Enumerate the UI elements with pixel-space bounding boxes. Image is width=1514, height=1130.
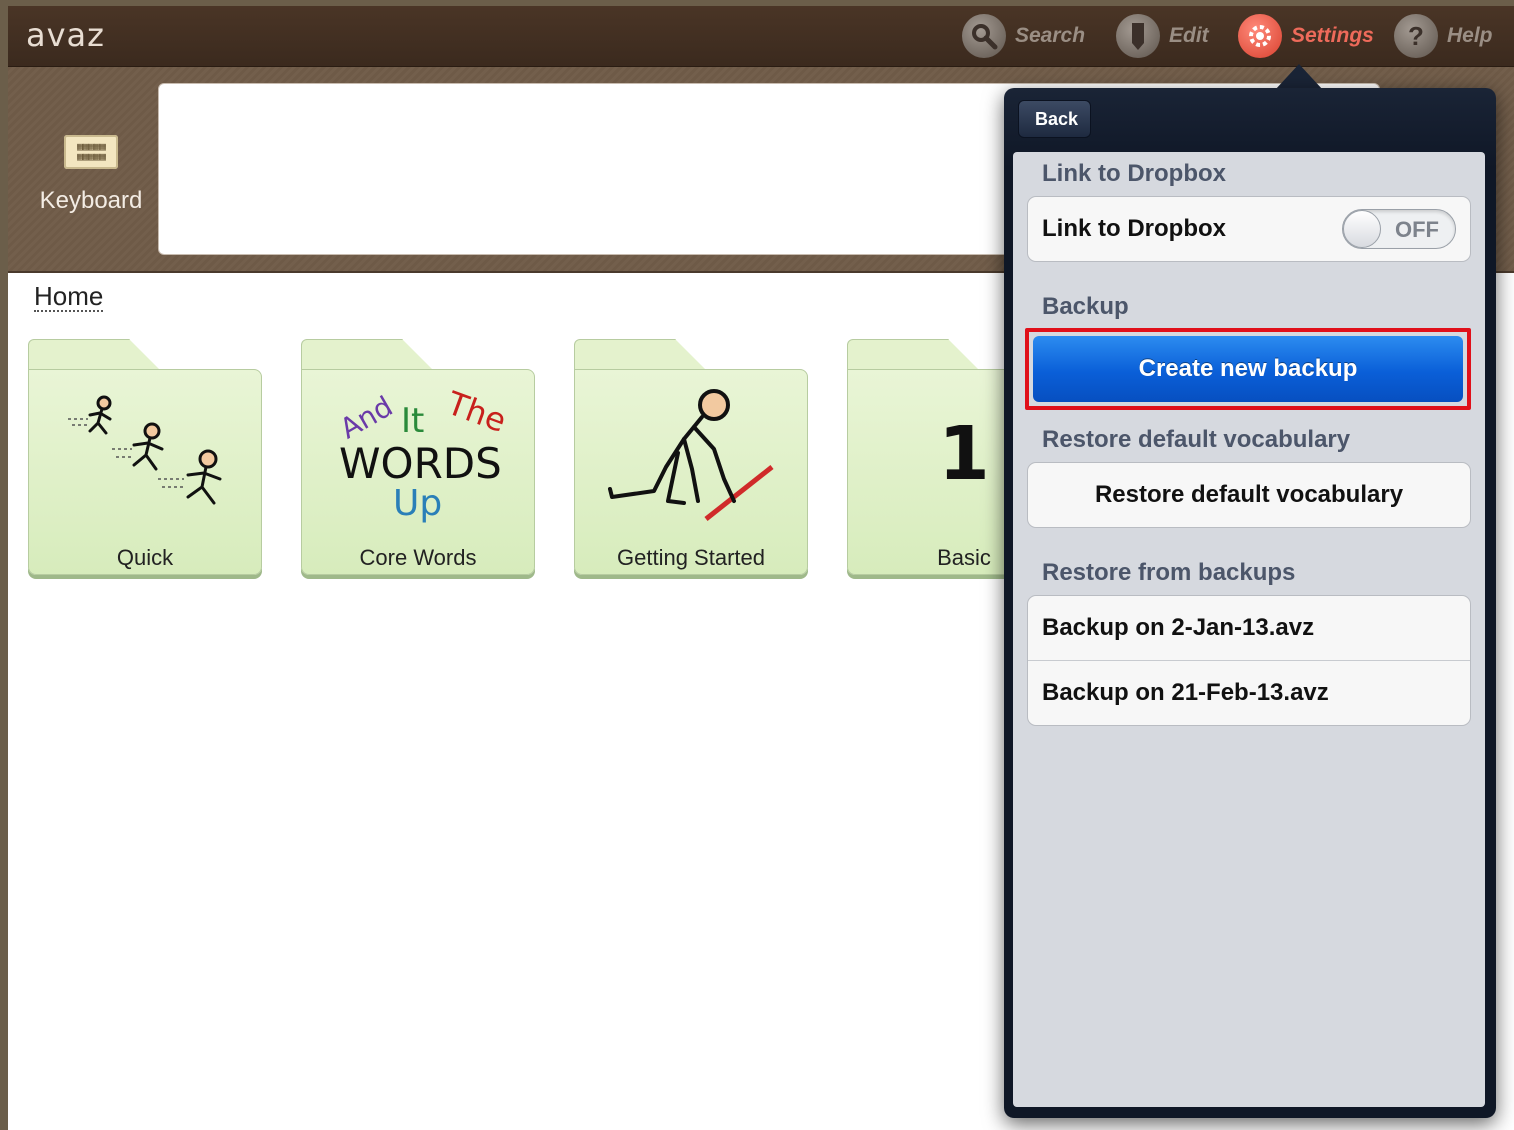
tile-label: Getting Started [617,545,765,570]
dropbox-cell-label: Link to Dropbox [1042,215,1226,242]
section-header-restore-default: Restore default vocabulary [1042,426,1351,453]
restore-default-button[interactable]: Restore default vocabulary [1028,463,1470,527]
search-icon [962,14,1006,58]
top-bar: avaz Search Edit Settings ? Help [8,6,1514,67]
running-people-icon [68,395,222,505]
section-header-restore-backups: Restore from backups [1042,559,1296,586]
keyboard-button[interactable]: ▦▦▦▦▦ ▦▦▦▦▦ Keyboard [28,135,154,215]
toggle-state: OFF [1395,217,1439,242]
toggle-knob [1343,210,1381,248]
word-up: Up [393,483,443,524]
dropbox-toggle[interactable]: OFF [1342,209,1456,249]
edit-button[interactable]: Edit [1116,14,1209,58]
keyboard-label: Keyboard [39,187,143,214]
create-backup-button[interactable]: Create new backup [1033,336,1463,402]
keyboard-icon: ▦▦▦▦▦ ▦▦▦▦▦ [64,135,118,169]
word-it: It [401,401,425,441]
breadcrumb-home[interactable]: Home [34,282,104,312]
backup-item[interactable]: Backup on 21-Feb-13.avz [1028,660,1470,725]
settings-popover: Back Link to Dropbox Link to Dropbox OFF… [1004,88,1496,1118]
dropbox-cell: Link to Dropbox OFF [1028,197,1470,261]
app-logo: avaz [26,16,105,54]
section-header-backup: Backup [1042,293,1129,320]
folder-tile-quick[interactable]: Quick [28,339,262,575]
backup-item[interactable]: Backup on 2-Jan-13.avz [1028,596,1470,660]
help-button[interactable]: ? Help [1394,14,1493,58]
folder-tile-core-words[interactable]: And It The WORDS Up Core Words [301,339,535,575]
back-button[interactable]: Back [1018,100,1092,138]
settings-button[interactable]: Settings [1238,14,1374,58]
settings-label: Settings [1291,24,1374,47]
folder-tile-getting-started[interactable]: Getting Started [574,339,808,575]
pencil-icon [1116,14,1160,58]
starting-runner-icon [608,389,774,521]
search-label: Search [1015,24,1086,47]
tile-label: Core Words [359,545,477,570]
popover-arrow [1275,64,1323,90]
restore-default-group: Restore default vocabulary [1027,462,1471,528]
dropbox-group: Link to Dropbox OFF [1027,196,1471,262]
settings-list: Link to Dropbox Link to Dropbox OFF Back… [1013,152,1485,1107]
word-and: And [334,389,399,446]
question-icon: ? [1394,14,1438,58]
edit-label: Edit [1169,24,1209,47]
word-the: The [442,383,512,441]
help-label: Help [1447,24,1493,47]
tile-label: Quick [116,545,174,570]
core-words-picture: And It The WORDS Up [301,379,535,529]
word-words: WORDS [339,439,502,488]
gear-icon [1238,14,1282,58]
backups-group: Backup on 2-Jan-13.avz Backup on 21-Feb-… [1027,595,1471,726]
section-header-dropbox: Link to Dropbox [1042,160,1226,187]
search-button[interactable]: Search [962,14,1085,58]
